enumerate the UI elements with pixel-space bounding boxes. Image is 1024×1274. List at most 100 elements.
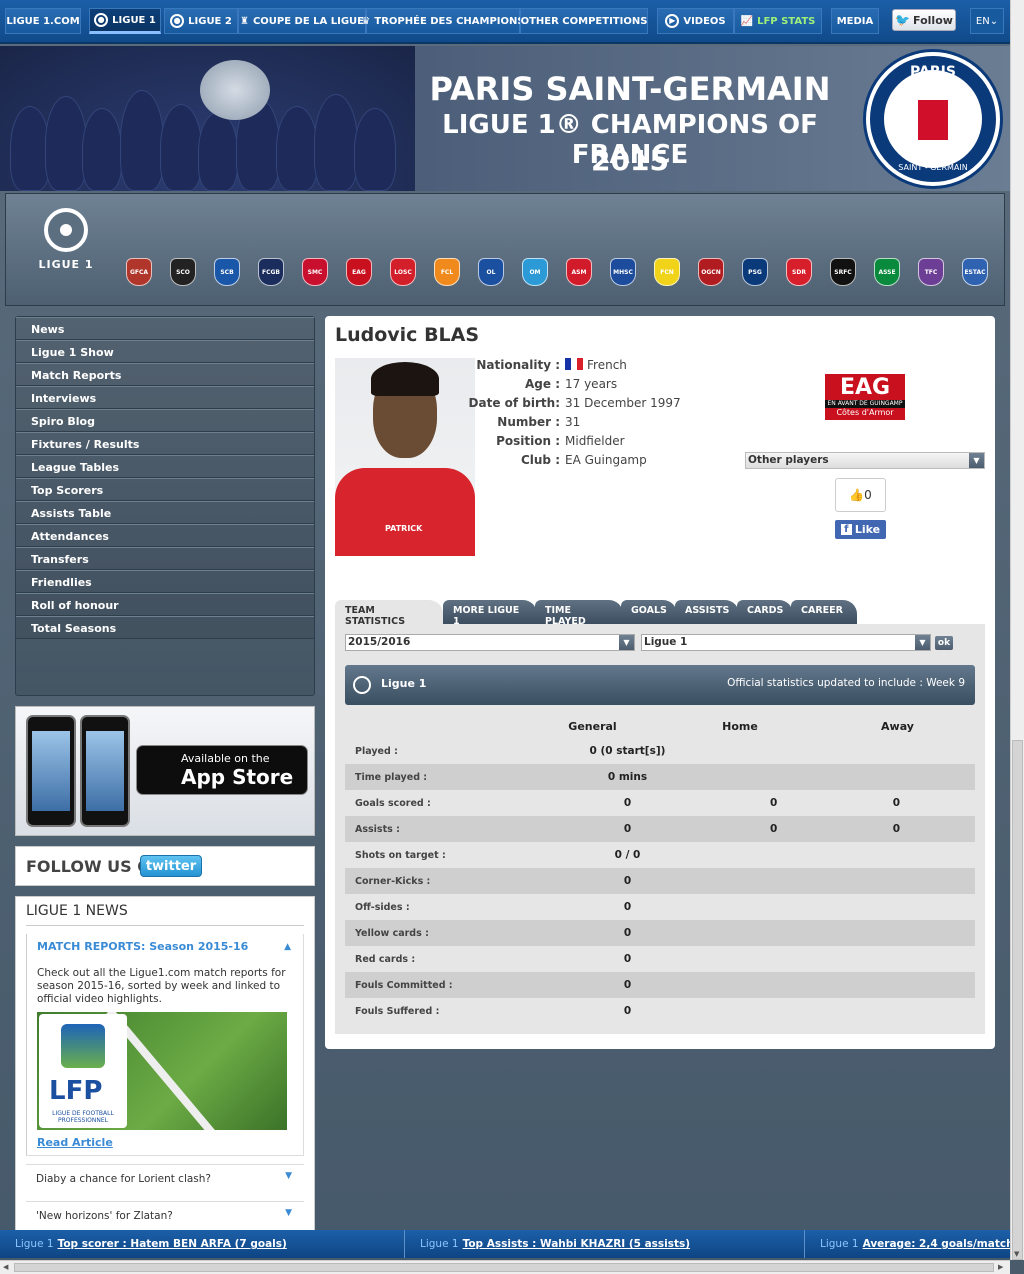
club-badge-asm[interactable]: ASM (566, 258, 592, 286)
sidebar-item-spiro-blog[interactable]: Spiro Blog (16, 409, 314, 432)
tab-cards[interactable]: CARDS (737, 600, 793, 624)
stats-update-note: Official statistics updated to include :… (727, 677, 965, 689)
club-badge-estac[interactable]: ESTAC (962, 258, 988, 286)
club-badge-om[interactable]: OM (522, 258, 548, 286)
champions-banner[interactable]: PARIS SAINT-GERMAIN LIGUE 1® CHAMPIONS O… (0, 46, 1010, 191)
expand-arrow-icon[interactable]: ▼ (285, 1208, 292, 1218)
club-badge-psg[interactable]: PSG (742, 258, 768, 286)
tab-label: GOALS (631, 605, 667, 616)
expand-arrow-icon[interactable]: ▼ (285, 1171, 292, 1181)
sidebar-item-roll-of-honour[interactable]: Roll of honour (16, 593, 314, 616)
season-value: 2015/2016 (348, 636, 411, 648)
sidebar-item-fixtures-results[interactable]: Fixtures / Results (16, 432, 314, 455)
sidebar-item-ligue-1-show[interactable]: Ligue 1 Show (16, 340, 314, 363)
club-badge-scb[interactable]: SCB (214, 258, 240, 286)
sidebar-item-news[interactable]: News (16, 317, 314, 340)
header-cell (345, 720, 485, 738)
read-article-link[interactable]: Read Article (37, 1136, 293, 1149)
club-badge-smc[interactable]: SMC (302, 258, 328, 286)
club-badge-fcgb[interactable]: FCGB (258, 258, 284, 286)
nav-label: TROPHÉE DES CHAMPIONS (374, 15, 525, 27)
app-store-button[interactable]: Available on the App Store (136, 745, 308, 795)
nav-trophee-des-champions[interactable]: ♛ TROPHÉE DES CHAMPIONS (361, 8, 525, 34)
stat-value: 0 (892, 797, 900, 809)
club-logo-abbr: EAG (839, 375, 891, 400)
scroll-thumb[interactable] (14, 1263, 994, 1272)
club-badge-eag[interactable]: EAG (346, 258, 372, 286)
scroll-right-arrow-icon[interactable]: ▶ (998, 1263, 1003, 1271)
competition-select[interactable]: Ligue 1 ▼ (641, 634, 931, 651)
news-image[interactable]: LFP LIGUE DE FOOTBALL PROFESSIONNEL (37, 1012, 287, 1130)
sidebar-item-interviews[interactable]: Interviews (16, 386, 314, 409)
nav-coupe-de-la-ligue[interactable]: ♜ COUPE DE LA LIGUE (238, 8, 366, 34)
chevron-down-icon: ▼ (969, 453, 984, 468)
tab-career[interactable]: CAREER (791, 600, 857, 624)
sidebar-item-friendlies[interactable]: Friendlies (16, 570, 314, 593)
info-value[interactable]: EA Guingamp (565, 453, 765, 468)
crest-inner (884, 70, 982, 168)
sidebar-item-transfers[interactable]: Transfers (16, 547, 314, 570)
other-players-label: Other players (748, 454, 829, 466)
language-selector[interactable]: EN ⌄ (970, 8, 1004, 34)
sidebar-item-attendances[interactable]: Attendances (16, 524, 314, 547)
sidebar-item-top-scorers[interactable]: Top Scorers (16, 478, 314, 501)
nav-media[interactable]: MEDIA (831, 8, 879, 34)
ligue1-logo[interactable]: LIGUE 1 (34, 208, 98, 294)
sidebar-item-league-tables[interactable]: League Tables (16, 455, 314, 478)
nav-other-competitions[interactable]: OTHER COMPETITIONS (520, 8, 648, 34)
other-players-select[interactable]: Other players ▼ (745, 452, 985, 469)
tab-time-played[interactable]: TIME PLAYED (535, 600, 623, 627)
sidebar-item-match-reports[interactable]: Match Reports (16, 363, 314, 386)
collapse-arrow-icon[interactable]: ▲ (284, 942, 291, 952)
club-badge-sdr[interactable]: SDR (786, 258, 812, 286)
club-badge-fcn[interactable]: FCN (654, 258, 680, 286)
news-item-title[interactable]: MATCH REPORTS: Season 2015-16 (37, 940, 293, 953)
nav-videos[interactable]: ▶ VIDEOS (657, 8, 734, 34)
tab-more-ligue1[interactable]: MORE LIGUE 1 (443, 600, 537, 627)
club-badge-asse[interactable]: ASSE (874, 258, 900, 286)
trophy-icon: ♛ (361, 15, 371, 27)
nav-ligue1[interactable]: ● LIGUE 1 (89, 8, 161, 34)
facebook-like-button[interactable]: f Like (835, 520, 886, 539)
season-select[interactable]: 2015/2016 ▼ (345, 634, 635, 651)
club-badge-tfc[interactable]: TFC (918, 258, 944, 286)
news-item[interactable]: Diaby a chance for Lorient clash? ▼ (26, 1164, 304, 1193)
club-badge-mhsc[interactable]: MHSC (610, 258, 636, 286)
ticker-text[interactable]: Top Assists : Wahbi KHAZRI (5 assists) (463, 1238, 691, 1250)
club-badge-losc[interactable]: LOSC (390, 258, 416, 286)
ticker-item[interactable]: Ligue 1 Top scorer : Hatem BEN ARFA (7 go… (0, 1230, 405, 1258)
tab-team-statistics[interactable]: TEAM STATISTICS (335, 600, 443, 627)
nav-ligue2[interactable]: ● LIGUE 2 (164, 8, 238, 34)
club-badge-ogcn[interactable]: OGCN (698, 258, 724, 286)
ticker-text[interactable]: Average: 2,4 goals/match (863, 1238, 1010, 1250)
sidebar-item-assists-table[interactable]: Assists Table (16, 501, 314, 524)
club-badge-srfc[interactable]: SRFC (830, 258, 856, 286)
club-badge-gfca[interactable]: GFCA (126, 258, 152, 286)
twitter-follow-button[interactable]: 🐦 Follow (892, 9, 956, 31)
nav-ligue1-com[interactable]: LIGUE 1.COM (5, 8, 81, 34)
twitter-button[interactable]: twitter (140, 855, 202, 877)
lfp-logo-text: LFP (49, 1076, 103, 1106)
club-badge-ol[interactable]: OL (478, 258, 504, 286)
app-promo[interactable]: Available on the App Store (15, 706, 315, 836)
vertical-scrollbar[interactable]: ▼ (1010, 0, 1024, 1260)
sidebar-item-total-seasons[interactable]: Total Seasons (16, 616, 314, 639)
club-badge-sco[interactable]: SCO (170, 258, 196, 286)
scroll-down-arrow-icon[interactable]: ▼ (1014, 1250, 1019, 1258)
chevron-down-icon: ▼ (915, 635, 930, 650)
scroll-thumb[interactable] (1012, 740, 1023, 1260)
horizontal-scrollbar[interactable]: ◀ ▶ (0, 1260, 1010, 1274)
club-logo[interactable]: EAG EN AVANT DE GUINGAMP Côtes d'Armor (825, 374, 905, 420)
tab-goals[interactable]: GOALS (621, 600, 677, 624)
ticker-text[interactable]: Top scorer : Hatem BEN ARFA (7 goals) (58, 1238, 287, 1250)
tab-assists[interactable]: ASSISTS (675, 600, 739, 624)
ok-button[interactable]: ok (935, 636, 953, 650)
stats-area: 2015/2016 ▼ Ligue 1 ▼ ok Ligue 1 Official … (335, 624, 985, 1034)
club-badge-fcl[interactable]: FCL (434, 258, 460, 286)
scroll-left-arrow-icon[interactable]: ◀ (3, 1263, 8, 1271)
player-name: Ludovic BLAS (335, 324, 480, 346)
ticker-item[interactable]: Ligue 1 Top Assists : Wahbi KHAZRI (5 ass… (405, 1230, 805, 1258)
news-item[interactable]: 'New horizons' for Zlatan? ▼ (26, 1201, 304, 1230)
ticker-item[interactable]: Ligue 1 Average: 2,4 goals/match (805, 1230, 1010, 1258)
nav-lfp-stats[interactable]: 📈 LFP STATS (734, 8, 822, 34)
